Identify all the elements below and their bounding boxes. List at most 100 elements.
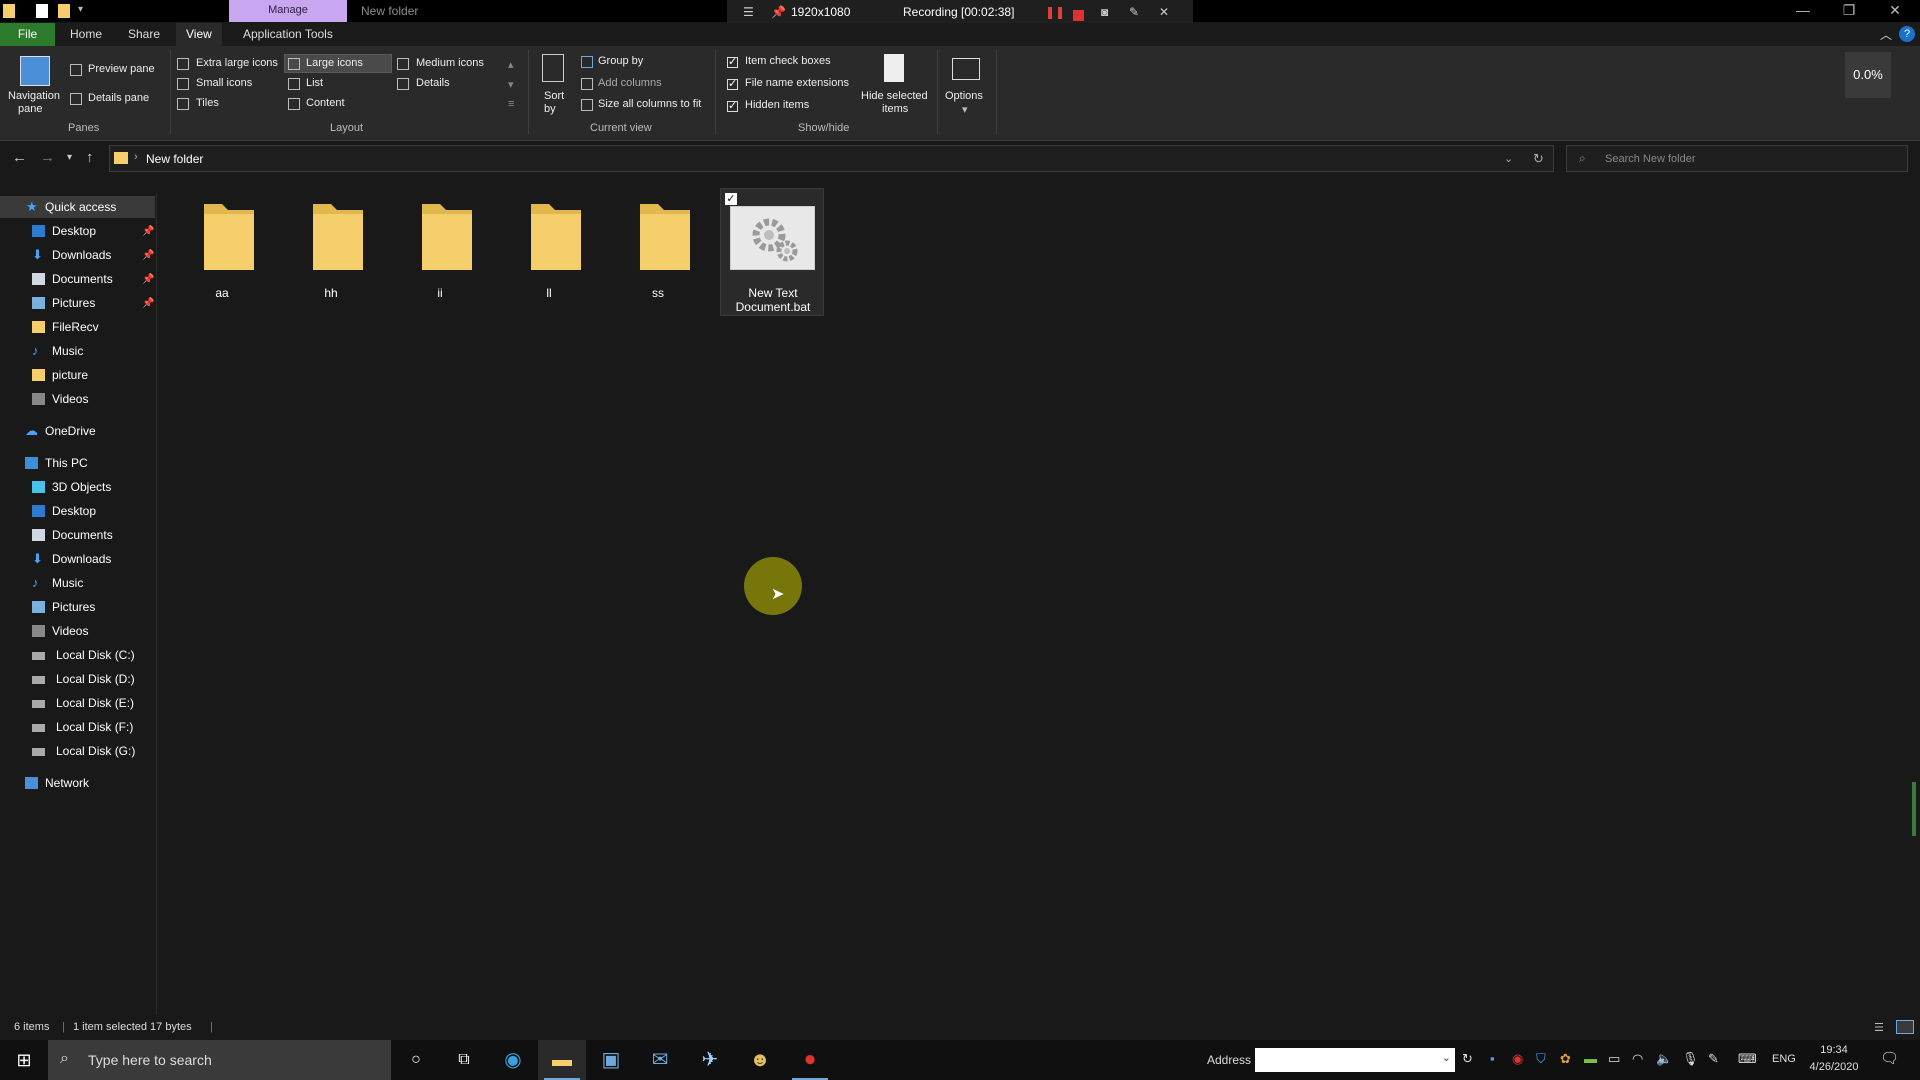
minimize-icon[interactable]: — [1788,2,1818,18]
hide-selected-label[interactable]: Hide selected [861,90,928,102]
app-character-icon[interactable]: ☻ [736,1040,784,1080]
store-icon[interactable]: ▣ [587,1040,635,1080]
menu-icon[interactable]: ☰ [743,5,754,19]
help-icon[interactable]: ? [1899,26,1915,42]
tab-share[interactable]: Share [118,23,170,46]
manage-tab[interactable]: Manage [229,0,347,22]
volume-icon[interactable]: 🔈 [1656,1051,1672,1067]
large-icons-view-icon[interactable] [1896,1020,1914,1034]
file-name-extensions-checkbox[interactable] [727,77,738,90]
tray-app-3-icon[interactable]: ▬ [1584,1051,1597,1066]
folder-item[interactable]: ll [499,174,599,300]
item-check-boxes-checkbox[interactable] [727,55,738,68]
restore-icon[interactable]: ❐ [1834,2,1864,19]
tab-view[interactable]: View [176,23,222,46]
pause-icon[interactable]: ❚❚ [1045,5,1065,19]
record-tray-icon[interactable]: ◉ [1512,1051,1523,1067]
pin-icon[interactable]: 📌 [142,274,154,285]
notification-icon[interactable]: 🗨 [1880,1049,1899,1067]
address-bar[interactable]: › New folder ⌄ ↻ [109,145,1554,172]
battery-icon[interactable]: ▭ [1608,1051,1620,1067]
scroll-indicator[interactable] [1912,782,1916,836]
group-by-button[interactable]: Group by [598,55,643,67]
language-indicator[interactable]: ENG [1772,1053,1796,1065]
layout-details[interactable]: Details [416,77,450,89]
windows-start-icon[interactable]: ⊞ [0,1040,48,1080]
forward-icon[interactable]: → [40,149,55,166]
sort-by-icon[interactable] [542,54,564,82]
camera-icon[interactable]: ◙ [1101,5,1108,19]
pin-icon[interactable]: 📌 [771,5,786,19]
layout-medium-icons[interactable]: Medium icons [416,57,484,69]
new-folder-icon[interactable] [58,4,70,18]
recorder-app-icon[interactable]: ⏺ [786,1040,834,1080]
address-toolbar-input[interactable]: ⌄ [1255,1048,1455,1072]
add-columns-button[interactable]: Add columns [598,77,662,89]
hidden-items-checkbox[interactable] [727,99,738,112]
properties-icon[interactable] [36,4,48,18]
details-pane-button[interactable]: Details pane [88,92,149,104]
microphone-icon[interactable]: 🎙 [1682,1051,1699,1067]
navigation-pane-icon[interactable] [20,56,50,86]
layout-large-icons[interactable]: Large icons [306,57,363,69]
details-view-icon[interactable]: ☰ [1874,1021,1884,1034]
clock-date[interactable]: 4/26/2020 [1806,1061,1862,1073]
tab-file[interactable]: File [0,23,55,46]
sort-by-label-2[interactable]: by [544,103,556,115]
keyboard-icon[interactable]: ⌨ [1738,1051,1757,1067]
recent-locations-icon[interactable]: ▾ [67,152,72,163]
back-icon[interactable]: ← [12,149,27,166]
options-icon[interactable] [952,58,980,80]
size-all-columns-button[interactable]: Size all columns to fit [598,98,701,110]
navigation-pane-label-2[interactable]: pane [18,103,42,115]
hide-selected-label-2[interactable]: items [882,103,908,115]
hide-selected-icon[interactable] [884,54,904,82]
layout-list[interactable]: List [306,77,323,89]
pin-icon[interactable]: 📌 [142,250,154,261]
wifi-icon[interactable]: ◠ [1632,1051,1643,1067]
edge-icon[interactable]: ◉ [489,1040,537,1080]
refresh-icon[interactable]: ↻ [1462,1051,1473,1067]
file-explorer-icon[interactable]: ▬ [538,1040,586,1080]
tab-application-tools[interactable]: Application Tools [233,23,343,46]
refresh-icon[interactable]: ↻ [1533,151,1544,167]
up-icon[interactable]: ↑ [86,149,94,166]
shield-icon[interactable]: ⛉ [1536,1051,1546,1067]
pin-icon[interactable]: 📌 [142,226,154,237]
breadcrumb-current[interactable]: New folder [146,152,203,166]
mail-icon[interactable]: ✉ [636,1040,684,1080]
pen-icon[interactable]: ✎ [1708,1051,1719,1067]
search-box[interactable]: ⌕ Search New folder [1566,145,1908,172]
close-recorder-icon[interactable]: ✕ [1159,5,1169,19]
collapse-ribbon-icon[interactable]: ︿ [1880,26,1892,43]
folder-item[interactable]: aa [172,174,272,300]
file-item-bat[interactable]: ✓ New Text Document.bat [720,188,824,316]
layout-tiles[interactable]: Tiles [196,97,219,109]
tray-app-icon[interactable]: ▪ [1490,1051,1495,1066]
tab-home[interactable]: Home [60,23,112,46]
navigation-pane-label[interactable]: Navigation [8,90,60,102]
layout-more-icon[interactable]: ≡ [508,98,514,110]
app-bird-icon[interactable]: ✈ [686,1040,734,1080]
hidden-items-label[interactable]: Hidden items [745,99,809,111]
file-name-extensions-label[interactable]: File name extensions [745,77,849,89]
breadcrumb-chevron-icon[interactable]: › [134,151,138,163]
search-placeholder[interactable]: Search New folder [1605,153,1696,165]
clock-time[interactable]: 19:34 [1806,1044,1862,1056]
chevron-down-icon[interactable]: ⌄ [1442,1051,1451,1064]
cortana-icon[interactable]: ○ [392,1040,440,1080]
preview-pane-button[interactable]: Preview pane [88,63,155,75]
folder-item[interactable]: ii [390,174,490,300]
qa-dropdown-icon[interactable]: ▾ [78,4,83,15]
task-view-icon[interactable]: ⧉ [440,1040,488,1080]
layout-content[interactable]: Content [306,97,345,109]
pen-icon[interactable]: ✎ [1129,5,1139,19]
layout-small-icons[interactable]: Small icons [196,77,252,89]
tray-app-2-icon[interactable]: ✿ [1560,1051,1571,1067]
sidebar-item-quick-access[interactable]: ★ Quick access [0,196,155,218]
pin-icon[interactable]: 📌 [142,298,154,309]
item-check-boxes-label[interactable]: Item check boxes [745,55,831,67]
layout-scroll-down-icon[interactable]: ▾ [508,78,514,91]
sort-by-label[interactable]: Sort [544,90,564,102]
folder-item[interactable]: hh [281,174,381,300]
